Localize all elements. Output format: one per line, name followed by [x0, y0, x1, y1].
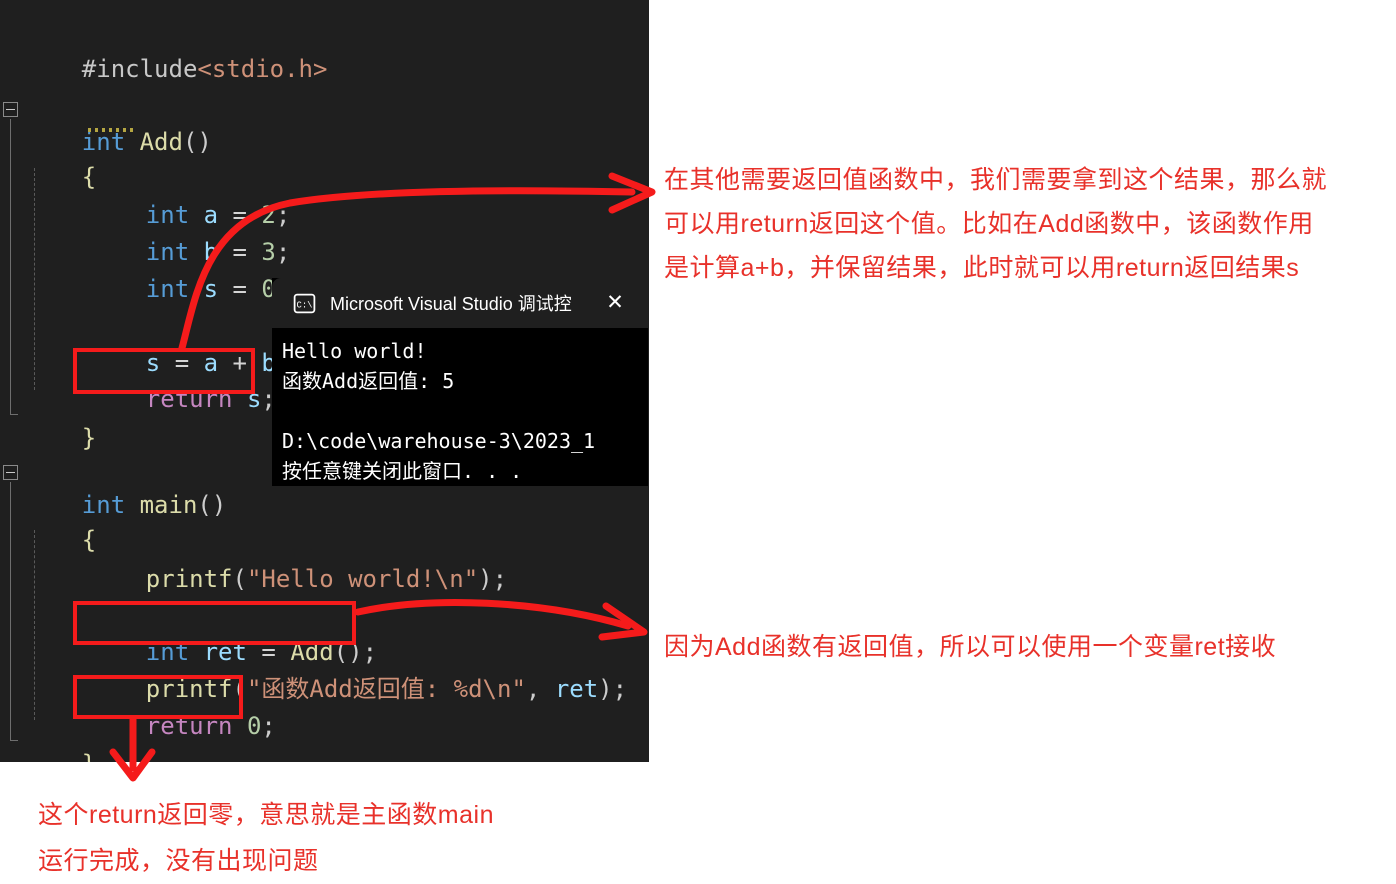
token-string-hello: "Hello world!\n": [246, 565, 479, 593]
fold-rail-main: [10, 482, 11, 740]
token-equals-s: =: [232, 275, 247, 303]
console-title: Microsoft Visual Studio 调试控: [330, 294, 572, 314]
token-num-zero: 0: [246, 712, 262, 740]
close-icon[interactable]: ✕: [604, 292, 626, 314]
fold-toggle-add-function[interactable]: [3, 102, 18, 117]
highlight-box-int-ret: [73, 601, 356, 645]
token-parens: (): [182, 128, 212, 156]
token-brace-close-main: }: [82, 750, 96, 762]
token-function-add: Add: [139, 128, 183, 156]
token-include-directive: #include: [81, 55, 198, 83]
code-line-main-open-brace: {: [24, 495, 96, 585]
debug-console-window[interactable]: C:\ Microsoft Visual Studio 调试控 ✕ Hello …: [272, 278, 648, 486]
token-semi-printf-ret: ;: [612, 675, 628, 703]
token-var-s: s: [203, 275, 219, 303]
token-parens-main: (): [197, 491, 227, 519]
token-semi-printf-hello: ;: [492, 565, 508, 593]
fold-rail-add: [10, 119, 11, 414]
fold-rail-foot-add: [10, 414, 18, 415]
token-brace-close-add: }: [81, 424, 97, 452]
console-titlebar[interactable]: C:\ Microsoft Visual Studio 调试控 ✕: [272, 278, 648, 328]
code-line-main-close-brace: }: [24, 719, 96, 762]
token-semi-return-zero: ;: [261, 712, 276, 740]
code-line-add-open-brace: {: [24, 132, 96, 222]
highlight-box-return-zero: [73, 675, 243, 719]
token-var-ret-arg: ret: [554, 675, 599, 703]
token-keyword-int-s: int: [145, 275, 190, 303]
token-function-printf-hello: printf: [145, 565, 233, 593]
token-include-header: <stdio.h>: [197, 55, 328, 83]
console-window-icon: C:\: [292, 291, 317, 316]
token-function-main: main: [139, 491, 198, 519]
annotation-right-middle: 因为Add函数有返回值，所以可以使用一个变量ret接收: [664, 633, 1277, 661]
highlight-box-return-s: [73, 348, 255, 394]
token-string-ret-format: "函数Add返回值: %d\n": [246, 675, 526, 703]
svg-text:C:\: C:\: [297, 300, 313, 310]
annotation-right-top: 在其他需要返回值函数中，我们需要拿到这个结果，那么就 可以用return返回这个…: [664, 166, 1328, 282]
console-output: Hello world! 函数Add返回值: 5 D:\code\warehou…: [282, 339, 596, 483]
fold-toggle-main-function[interactable]: [3, 465, 18, 480]
fold-rail-foot-main: [10, 740, 18, 741]
annotation-bottom-left: 这个return返回零，意思就是主函数main 运行完成，没有出现问题: [38, 801, 494, 875]
